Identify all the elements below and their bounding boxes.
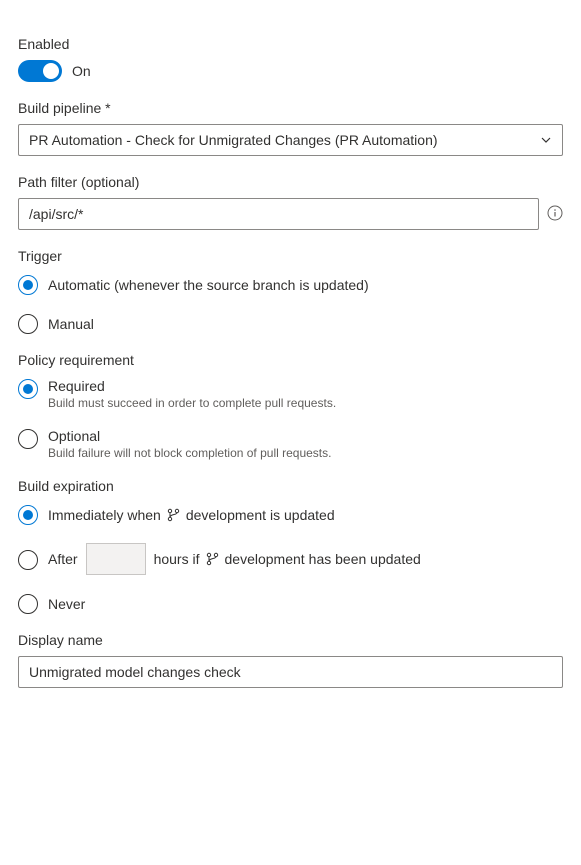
expiration-after-label[interactable]: After hours if development has been upda… [48,543,563,575]
branch-icon [167,508,180,522]
expiration-after-radio[interactable] [18,550,38,570]
expiration-after-middle: hours if [154,551,200,567]
expiration-immediately-branch: development [186,507,266,523]
trigger-manual-label[interactable]: Manual [48,316,563,332]
trigger-label: Trigger [18,248,563,264]
build-pipeline-label: Build pipeline * [18,100,563,116]
expiration-immediately-suffix: is updated [270,507,335,523]
expiration-immediately-label[interactable]: Immediately when development is updated [48,507,563,523]
trigger-automatic-label[interactable]: Automatic (whenever the source branch is… [48,277,563,293]
chevron-down-icon [540,134,552,146]
build-pipeline-select[interactable]: PR Automation - Check for Unmigrated Cha… [18,124,563,156]
display-name-input[interactable] [18,656,563,688]
build-expiration-label: Build expiration [18,478,563,494]
policy-required-sublabel: Build must succeed in order to complete … [48,396,563,410]
expiration-never-label[interactable]: Never [48,596,563,612]
expiration-immediately-radio[interactable] [18,505,38,525]
policy-requirement-label: Policy requirement [18,352,563,368]
policy-required-radio[interactable] [18,379,38,399]
expiration-after-suffix: has been updated [309,551,421,567]
expiration-after-prefix: After [48,551,78,567]
toggle-knob [43,63,59,79]
branch-icon [206,552,219,566]
expiration-immediately-prefix: Immediately when [48,507,161,523]
display-name-label: Display name [18,632,563,648]
expiration-hours-input[interactable] [86,543,146,575]
path-filter-input[interactable] [18,198,539,230]
policy-optional-label[interactable]: Optional [48,428,563,444]
enabled-state-label: On [72,63,91,79]
enabled-label: Enabled [18,36,563,52]
policy-optional-sublabel: Build failure will not block completion … [48,446,563,460]
info-icon[interactable] [547,205,563,224]
expiration-never-radio[interactable] [18,594,38,614]
expiration-after-branch: development [225,551,305,567]
enabled-toggle[interactable] [18,60,62,82]
trigger-automatic-radio[interactable] [18,275,38,295]
policy-optional-radio[interactable] [18,429,38,449]
build-pipeline-value: PR Automation - Check for Unmigrated Cha… [29,132,540,148]
path-filter-label: Path filter (optional) [18,174,563,190]
trigger-manual-radio[interactable] [18,314,38,334]
policy-required-label[interactable]: Required [48,378,563,394]
